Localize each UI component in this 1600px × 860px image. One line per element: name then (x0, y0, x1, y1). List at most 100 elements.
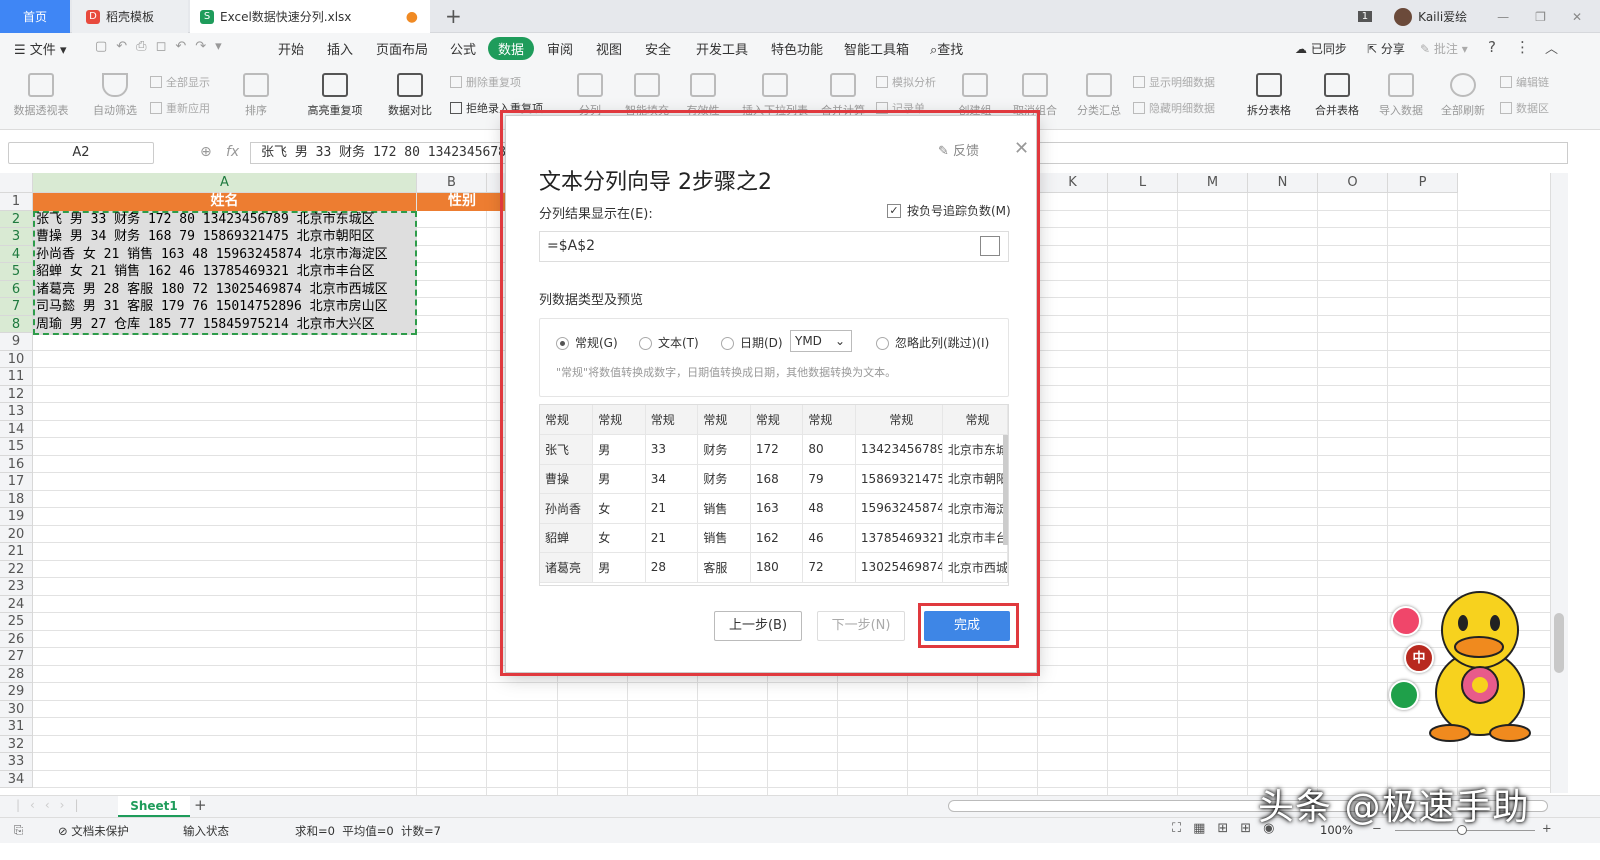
menu-developer[interactable]: 开发工具 (696, 39, 748, 58)
row-header[interactable]: 14 (0, 420, 33, 438)
row-header[interactable]: 34 (0, 770, 33, 788)
menu-data[interactable]: 数据 (488, 37, 535, 60)
vertical-scroll-thumb[interactable] (1554, 613, 1564, 673)
data-compare-button[interactable]: 数据对比 (375, 73, 445, 118)
data-source-button[interactable]: 数据区 (1500, 100, 1549, 116)
header-cell-gender[interactable]: 性别 (417, 193, 507, 211)
prev-step-button[interactable]: 上一步(B) (714, 611, 802, 641)
cell-a-data[interactable]: 张飞 男 33 财务 172 80 13423456789 北京市东城区 (36, 211, 375, 229)
split-table-button[interactable]: 拆分表格 (1234, 73, 1304, 118)
subtotal-button[interactable]: 分类汇总 (1064, 73, 1134, 118)
menu-features[interactable]: 特色功能 (771, 39, 823, 58)
sheet-nav-arrows[interactable]: |‹‹›| (16, 798, 88, 812)
radio-date[interactable]: 日期(D) (721, 334, 783, 351)
zoom-in-icon[interactable]: + (1542, 821, 1552, 835)
row-header[interactable]: 17 (0, 473, 33, 491)
ime-moon-icon[interactable] (1389, 680, 1419, 710)
show-detail-button[interactable]: 显示明细数据 (1133, 74, 1215, 90)
avatar[interactable] (1394, 7, 1413, 26)
menu-insert[interactable]: 插入 (327, 39, 353, 58)
row-header[interactable]: 13 (0, 403, 33, 421)
row-header[interactable]: 24 (0, 595, 33, 613)
window-count-badge[interactable]: 1 (1357, 11, 1373, 22)
row-header[interactable]: 4 (0, 245, 33, 263)
zoom-formula-icon[interactable]: ⊕ (200, 144, 212, 160)
cell-a-data[interactable]: 司马懿 男 31 客服 179 76 15014752896 北京市房山区 (36, 298, 388, 316)
row-header[interactable]: 8 (0, 315, 33, 333)
row-header[interactable]: 10 (0, 350, 33, 368)
feedback-button[interactable]: ✎ 反馈 (938, 140, 979, 159)
preview-table-container[interactable]: 常规 常规 常规 常规 常规 常规 常规 常规 张飞男 33 财务 172 80 13423456789 北… (539, 404, 1009, 586)
row-header[interactable]: 1 (0, 193, 33, 211)
share-button[interactable]: ⇱ 分享 (1367, 40, 1405, 57)
row-header[interactable]: 30 (0, 700, 33, 718)
consolidate-button[interactable]: 合并计算 (808, 73, 878, 118)
preview-header[interactable]: 常规 (645, 405, 699, 435)
show-all-button[interactable]: 全部显示 (150, 74, 210, 90)
row-header[interactable]: 33 (0, 753, 33, 771)
preview-header[interactable]: 常规 (802, 405, 856, 435)
col-header-p[interactable]: P (1388, 173, 1458, 193)
new-tab-button[interactable]: + (445, 4, 462, 28)
menu-search[interactable]: ⌕查找 (930, 39, 963, 58)
preview-header[interactable]: 常规 (697, 405, 751, 435)
col-header-k[interactable]: K (1038, 173, 1108, 193)
tab-home[interactable]: 首页 (0, 0, 70, 33)
row-header[interactable]: 19 (0, 508, 33, 526)
row-header[interactable]: 11 (0, 368, 33, 386)
collapse-ribbon-icon[interactable]: ︿ (1545, 38, 1558, 57)
validation-button[interactable]: 有效性 (668, 73, 738, 118)
vertical-scrollbar[interactable] (1550, 173, 1568, 793)
row-header[interactable]: 5 (0, 263, 33, 281)
cell-a-data[interactable]: 孙尚香 女 21 销售 163 48 15963245874 北京市海淀区 (36, 246, 388, 264)
preview-header[interactable]: 常规 (592, 405, 646, 435)
highlight-duplicates-button[interactable]: 高亮重复项 (300, 73, 370, 118)
row-header[interactable]: 18 (0, 490, 33, 508)
create-group-button[interactable]: 创建组 (945, 73, 1005, 118)
insert-dropdown-button[interactable]: 插入下拉列表 (735, 73, 815, 118)
row-header[interactable]: 7 (0, 298, 33, 316)
simulate-analysis-button[interactable]: 模拟分析 (876, 74, 936, 90)
cell-a-data[interactable]: 周瑜 男 27 仓库 185 77 15845975214 北京市大兴区 (36, 316, 375, 334)
col-header-a[interactable]: A (33, 173, 417, 193)
row-header[interactable]: 31 (0, 718, 33, 736)
name-box[interactable]: A2 (8, 142, 154, 164)
row-header[interactable]: 20 (0, 525, 33, 543)
row-header[interactable]: 23 (0, 578, 33, 596)
reject-duplicates-button[interactable]: 拒绝录入重复项 (450, 100, 543, 116)
ime-emoji-icon[interactable] (1391, 606, 1421, 636)
sync-status[interactable]: ☁ 已同步 (1295, 40, 1347, 57)
row-header[interactable]: 9 (0, 333, 33, 351)
pivot-table-button[interactable]: 数据透视表 (6, 73, 76, 118)
col-header-n[interactable]: N (1248, 173, 1318, 193)
add-sheet-button[interactable]: + (194, 796, 207, 814)
range-select-icon[interactable] (980, 236, 1000, 256)
preview-header[interactable]: 常规 (855, 405, 943, 435)
autofilter-button[interactable]: 自动筛选 (80, 73, 150, 118)
radio-skip[interactable]: 忽略此列(跳过)(I) (876, 334, 989, 351)
radio-text[interactable]: 文本(T) (639, 334, 699, 351)
row-header[interactable]: 27 (0, 648, 33, 666)
menu-smart-toolbox[interactable]: 智能工具箱 (844, 39, 909, 58)
delete-duplicates-button[interactable]: 删除重复项 (450, 74, 521, 90)
minimize-icon[interactable]: — (1497, 10, 1509, 24)
row-header[interactable]: 12 (0, 385, 33, 403)
cell-a-data[interactable]: 貂蝉 女 21 销售 162 46 13785469321 北京市丰台区 (36, 263, 375, 281)
merge-table-button[interactable]: 合并表格 (1302, 73, 1372, 118)
row-header[interactable]: 22 (0, 560, 33, 578)
cell-a-data[interactable]: 诸葛亮 男 28 客服 180 72 13025469874 北京市西城区 (36, 281, 388, 299)
row-header[interactable]: 16 (0, 455, 33, 473)
row-header[interactable]: 3 (0, 228, 33, 246)
preview-header[interactable]: 常规 (540, 405, 594, 435)
hide-detail-button[interactable]: 隐藏明细数据 (1133, 100, 1215, 116)
radio-general[interactable]: 常规(G) (556, 334, 618, 351)
selection-stats[interactable]: 求和=0 平均值=0 计数=7 (295, 823, 441, 839)
col-header-o[interactable]: O (1318, 173, 1388, 193)
destination-input[interactable]: =$A$2 (539, 231, 1009, 262)
date-format-select[interactable]: YMD ⌄ (790, 330, 852, 352)
user-name[interactable]: Kaili爱绘 (1418, 8, 1467, 25)
row-header[interactable]: 15 (0, 438, 33, 456)
edit-links-button[interactable]: 编辑链 (1500, 74, 1549, 90)
row-header[interactable]: 25 (0, 613, 33, 631)
menu-formula[interactable]: 公式 (450, 39, 476, 58)
